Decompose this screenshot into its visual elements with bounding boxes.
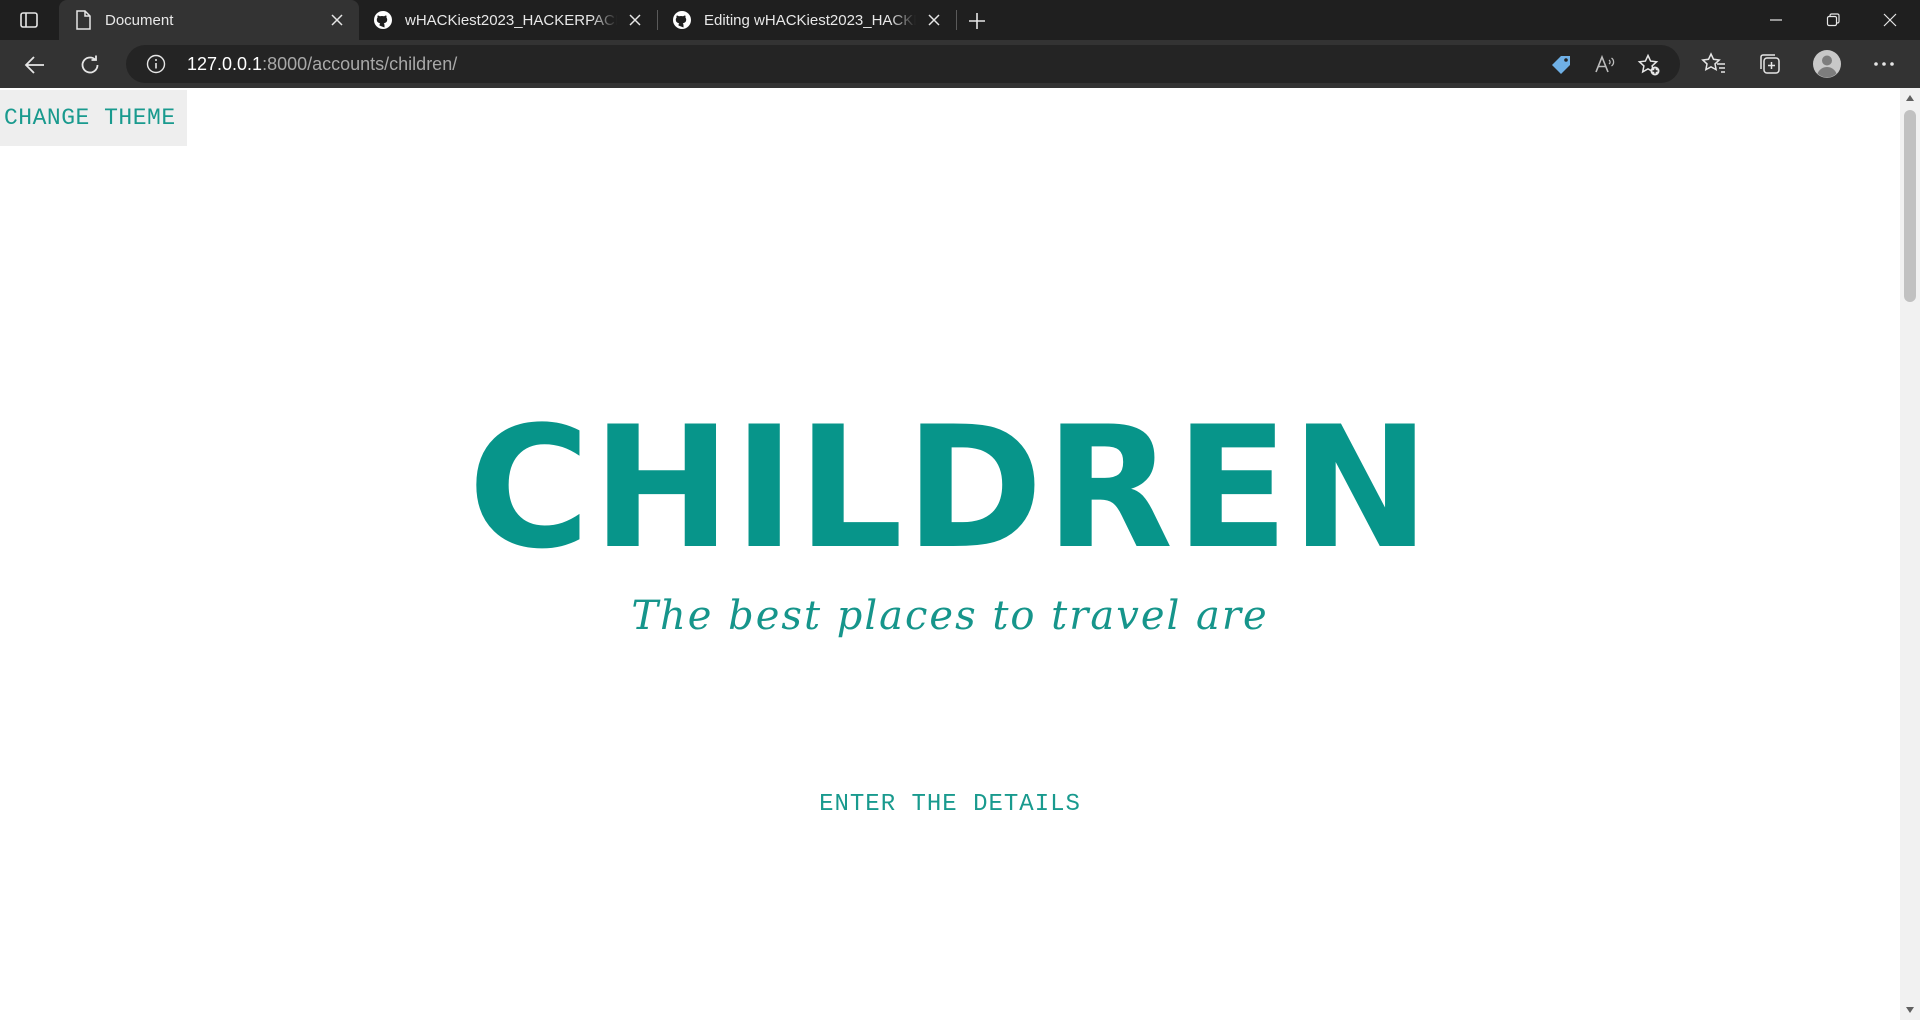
add-favorite-icon[interactable] [1636,52,1662,78]
back-icon [24,56,44,74]
site-info-icon[interactable] [146,54,166,74]
tab-separator [956,10,957,30]
close-icon [1883,13,1897,27]
minimize-button[interactable] [1748,0,1804,40]
close-icon[interactable] [327,10,347,30]
url-path: :8000/accounts/children/ [262,54,458,74]
browser-toolbar: 127.0.0.1:8000/accounts/children/ [0,40,1920,88]
tab-document[interactable]: Document [59,0,359,40]
scroll-up-arrow-icon[interactable] [1905,93,1915,103]
reload-button[interactable] [73,48,107,82]
reload-icon [81,55,99,74]
github-icon [373,10,393,30]
page-icon [73,10,93,30]
plus-icon [969,13,985,29]
shopping-tag-icon[interactable] [1548,52,1574,78]
close-icon[interactable] [625,10,645,30]
scroll-thumb[interactable] [1904,110,1916,302]
profile-icon[interactable] [1812,49,1842,79]
tab-actions-icon[interactable] [18,9,40,31]
address-bar[interactable]: 127.0.0.1:8000/accounts/children/ [126,45,1680,83]
tab-github-repo[interactable]: wHACKiest2023_HACKERPACKERS [359,0,657,40]
tab-github-editing[interactable]: Editing wHACKiest2023_HACKERPACKERS [658,0,956,40]
favorites-icon[interactable] [1699,49,1729,79]
new-tab-button[interactable] [964,8,990,34]
restore-icon [1826,13,1840,27]
minimize-icon [1770,19,1782,21]
read-aloud-icon[interactable] [1592,52,1618,78]
collections-icon[interactable] [1755,49,1785,79]
url-host: 127.0.0.1 [187,54,263,74]
close-icon[interactable] [924,10,944,30]
window-close-button[interactable] [1862,0,1918,40]
url-text: 127.0.0.1:8000/accounts/children/ [187,54,457,75]
tab-title: Editing wHACKiest2023_HACKERPACKERS [704,11,916,29]
page-subtitle: The best places to travel are [631,593,1269,639]
scroll-down-arrow-icon[interactable] [1905,1005,1915,1015]
enter-details-link[interactable]: ENTER THE DETAILS [0,791,1900,818]
tab-strip: Document wHACKiest2023_HACKERPACKERS Edi… [0,0,1920,40]
restore-button[interactable] [1805,0,1861,40]
back-button[interactable] [18,48,52,82]
page-viewport: CHANGE THEME CHILDREN The best places to… [0,88,1900,1020]
tab-title: wHACKiest2023_HACKERPACKERS [405,11,617,29]
change-theme-button[interactable]: CHANGE THEME [0,90,187,146]
page-title: CHILDREN [468,390,1432,586]
github-icon [672,10,692,30]
more-icon[interactable] [1869,49,1899,79]
tab-title: Document [105,11,174,29]
vertical-scrollbar[interactable] [1900,88,1920,1020]
